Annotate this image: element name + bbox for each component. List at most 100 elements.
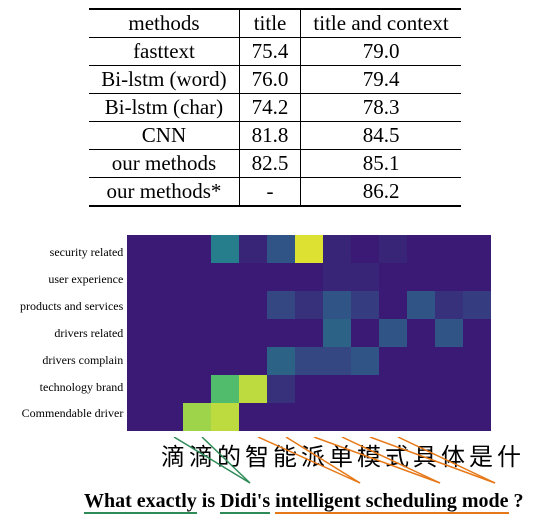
heatmap-cell [127,375,155,403]
heatmap-cell [379,403,407,431]
heatmap-cell [239,263,267,291]
heatmap-cell [211,235,239,263]
heatmap-cell [351,375,379,403]
heatmap-cell [379,235,407,263]
results-table: methods title title and context fasttext… [89,8,460,207]
heatmap-cell [155,347,183,375]
heatmap-cell [351,347,379,375]
heatmap-cell [267,375,295,403]
heatmap-cell [435,375,463,403]
heatmap-cell [127,347,155,375]
heatmap-cell [183,291,211,319]
heatmap-cell [295,403,323,431]
heatmap-cell [463,263,491,291]
heatmap-cell [407,235,435,263]
heatmap-cell [351,291,379,319]
heatmap-cell [323,291,351,319]
heatmap-cell [183,375,211,403]
heatmap-cell [183,347,211,375]
table-row: fasttext75.479.0 [89,38,460,66]
heatmap-cell [407,403,435,431]
heatmap-cell [323,403,351,431]
heatmap-cell [239,291,267,319]
heatmap-cell [435,319,463,347]
heatmap-cell [183,319,211,347]
heatmap-cell [435,263,463,291]
heatmap-cell [379,375,407,403]
heatmap-cell [267,263,295,291]
heatmap-cell [211,319,239,347]
translation-caption: What exactly is Didi's intelligent sched… [84,490,530,513]
heatmap-y-labels: security related user experience product… [20,235,127,431]
heatmap-cell [155,319,183,347]
table-row: our methods82.585.1 [89,150,460,178]
table-row: CNN81.884.5 [89,122,460,150]
heatmap-cell [127,403,155,431]
heatmap-cell [211,375,239,403]
heatmap-cell [351,235,379,263]
heatmap-cell [155,235,183,263]
table-header-row: methods title title and context [89,9,460,38]
heatmap-cell [379,291,407,319]
heatmap-cell [295,235,323,263]
heatmap-cell [295,319,323,347]
attention-figure: security related user experience product… [20,235,530,513]
heatmap-cell [295,263,323,291]
heatmap-cell [239,347,267,375]
heatmap-cell [211,263,239,291]
heatmap-cell [239,375,267,403]
heatmap-cell [463,403,491,431]
heatmap-cell [379,347,407,375]
heatmap-cell [155,403,183,431]
heatmap-cell [379,319,407,347]
heatmap-cell [351,263,379,291]
heatmap-cell [295,347,323,375]
heatmap-cell [435,235,463,263]
heatmap-cell [267,403,295,431]
col-title-context: title and context [301,9,461,38]
heatmap-cell [183,263,211,291]
heatmap-cell [323,375,351,403]
heatmap-cell [323,235,351,263]
table-row: Bi-lstm (char)74.278.3 [89,94,460,122]
heatmap-cell [155,291,183,319]
heatmap-cell [407,347,435,375]
col-methods: methods [89,9,239,38]
heatmap-cell [239,403,267,431]
heatmap-cell [267,319,295,347]
heatmap-cell [155,263,183,291]
heatmap-cell [239,235,267,263]
heatmap-cell [407,291,435,319]
heatmap-cell [183,235,211,263]
heatmap-cell [295,375,323,403]
heatmap-x-labels: 滴 滴 的 智 能 派 单 模 式 具 体 是 什 [160,437,530,472]
heatmap-cell [463,347,491,375]
heatmap-cell [127,263,155,291]
heatmap-cell [267,235,295,263]
heatmap-cell [127,319,155,347]
heatmap-cell [239,319,267,347]
heatmap-cell [211,403,239,431]
heatmap-cell [211,291,239,319]
heatmap-cell [295,291,323,319]
heatmap-cell [183,403,211,431]
heatmap-cell [127,291,155,319]
heatmap-cell [211,347,239,375]
heatmap-cell [407,375,435,403]
heatmap-cell [435,403,463,431]
heatmap-grid [127,235,491,431]
heatmap-cell [463,291,491,319]
table-row: our methods*-86.2 [89,178,460,207]
heatmap-cell [463,375,491,403]
heatmap-cell [407,319,435,347]
heatmap-cell [435,291,463,319]
table-row: Bi-lstm (word)76.079.4 [89,66,460,94]
heatmap-cell [463,235,491,263]
heatmap-cell [323,319,351,347]
heatmap-cell [323,347,351,375]
heatmap-cell [127,235,155,263]
heatmap-cell [351,319,379,347]
heatmap-cell [351,403,379,431]
heatmap-cell [463,319,491,347]
heatmap-cell [155,375,183,403]
